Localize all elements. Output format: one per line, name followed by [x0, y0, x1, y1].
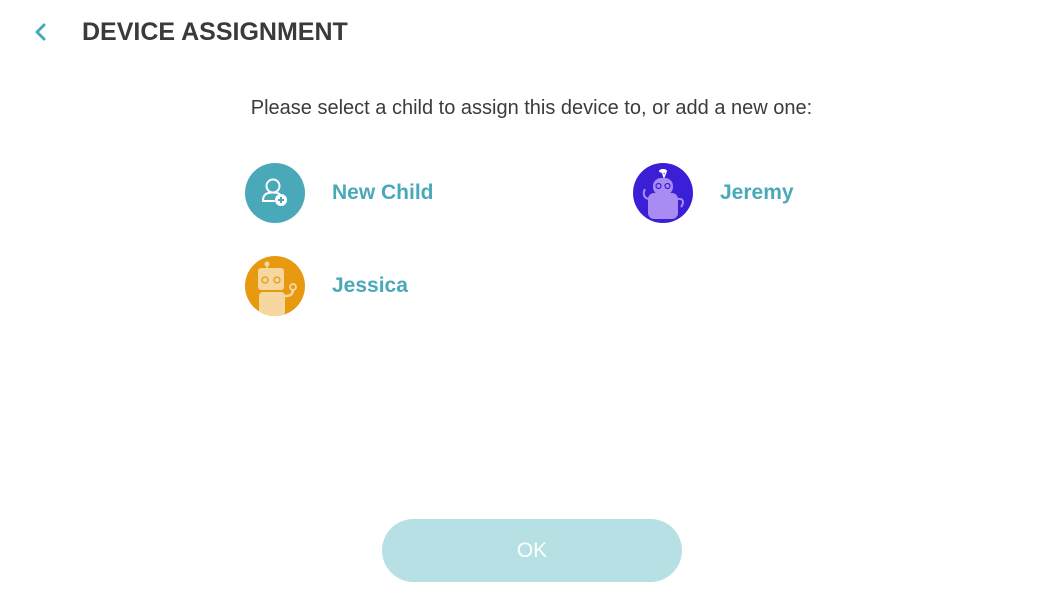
- child-label-jeremy: Jeremy: [720, 181, 794, 204]
- add-user-icon: [262, 178, 287, 206]
- child-item-jessica[interactable]: Jessica: [245, 256, 408, 316]
- page-title: DEVICE ASSIGNMENT: [82, 18, 348, 46]
- jessica-avatar: [245, 256, 305, 316]
- new-child-avatar: [245, 163, 305, 223]
- jeremy-avatar: [633, 163, 693, 223]
- child-item-new-child[interactable]: New Child: [245, 163, 434, 223]
- chevron-left-icon: [35, 23, 46, 41]
- instruction-text: Please select a child to assign this dev…: [250, 97, 813, 119]
- robot-avatar-orange-icon: [258, 261, 297, 316]
- robot-avatar-purple-icon: [642, 169, 684, 219]
- child-label-jessica: Jessica: [332, 274, 408, 297]
- ok-button[interactable]: OK: [382, 519, 682, 582]
- child-label-new-child: New Child: [332, 181, 434, 204]
- back-button[interactable]: [26, 16, 54, 48]
- child-item-jeremy[interactable]: Jeremy: [633, 163, 794, 223]
